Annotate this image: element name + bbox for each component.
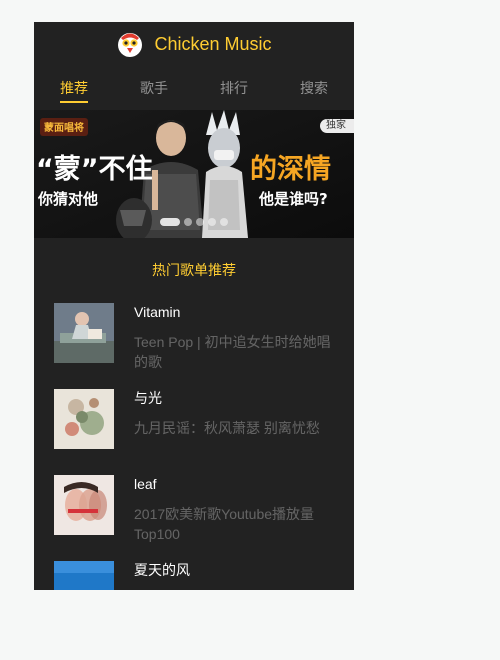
music-app: Chicken Music 推荐 歌手 排行 搜索 蒙面唱将 “蒙”不住 的深情… [34,22,354,590]
tab-singer[interactable]: 歌手 [114,66,194,110]
tab-search[interactable]: 搜索 [274,66,354,110]
tab-label: 搜索 [300,80,328,96]
banner-headline-right: 的深情 [250,153,331,185]
app-header: Chicken Music [34,22,354,66]
playlist-text: Vitamin Teen Pop | 初中追女生时给她唱的歌 [134,303,334,389]
playlist-cover [54,475,114,535]
section-title: 热门歌单推荐 [152,262,236,278]
chicken-logo-icon [118,33,143,57]
tab-label: 歌手 [140,80,168,96]
tab-recommend[interactable]: 推荐 [34,66,114,110]
banner-dot[interactable] [160,218,180,226]
playlist-name: 夏天的风 [134,562,190,578]
banner-dot[interactable] [196,218,204,226]
playlist-name: 与光 [134,390,162,406]
playlist-cover [54,561,114,590]
banner-sub-right: 他是谁吗? [258,190,328,208]
playlist-list: Vitamin Teen Pop | 初中追女生时给她唱的歌 与光 九月民谣：秋… [34,303,354,590]
playlist-item-xiatian[interactable]: 夏天的风 [34,561,354,590]
banner-dot[interactable] [208,218,216,226]
banner-dot[interactable] [184,218,192,226]
banner-headline-left: “蒙”不住 [36,153,153,185]
tab-label: 推荐 [60,80,88,96]
banner-sub-left: 你猜对他 [37,190,98,208]
playlist-desc: Teen Pop | 初中追女生时给她唱的歌 [134,334,331,370]
playlist-text: 与光 九月民谣：秋风萧瑟 别离忧愁 [134,389,334,475]
playlist-desc: 2017欧美新歌Youtube播放量Top100 [134,506,315,542]
tab-rank[interactable]: 排行 [194,66,274,110]
tab-label: 排行 [220,80,248,96]
playlist-desc: 九月民谣：秋风萧瑟 别离忧愁 [134,420,320,436]
playlist-item-leaf[interactable]: leaf 2017欧美新歌Youtube播放量Top100 [34,475,354,561]
playlist-name: Vitamin [134,304,181,320]
playlist-cover [54,303,114,363]
exclusive-badge: 独家 [320,119,354,133]
banner-slider[interactable]: 蒙面唱将 “蒙”不住 的深情 你猜对他 他是谁吗? 独家 [34,110,354,238]
playlist-item-vitamin[interactable]: Vitamin Teen Pop | 初中追女生时给她唱的歌 [34,303,354,389]
playlist-text: 夏天的风 [134,561,334,590]
banner-dots [34,218,354,226]
playlist-text: leaf 2017欧美新歌Youtube播放量Top100 [134,475,334,561]
playlist-name: leaf [134,476,157,492]
app-title: Chicken Music [154,33,272,54]
playlist-cover [54,389,114,449]
tab-bar: 推荐 歌手 排行 搜索 [34,66,354,110]
playlist-item-yuguang[interactable]: 与光 九月民谣：秋风萧瑟 别离忧愁 [34,389,354,475]
banner-dot[interactable] [220,218,228,226]
banner-show-logo: 蒙面唱将 [44,121,84,134]
